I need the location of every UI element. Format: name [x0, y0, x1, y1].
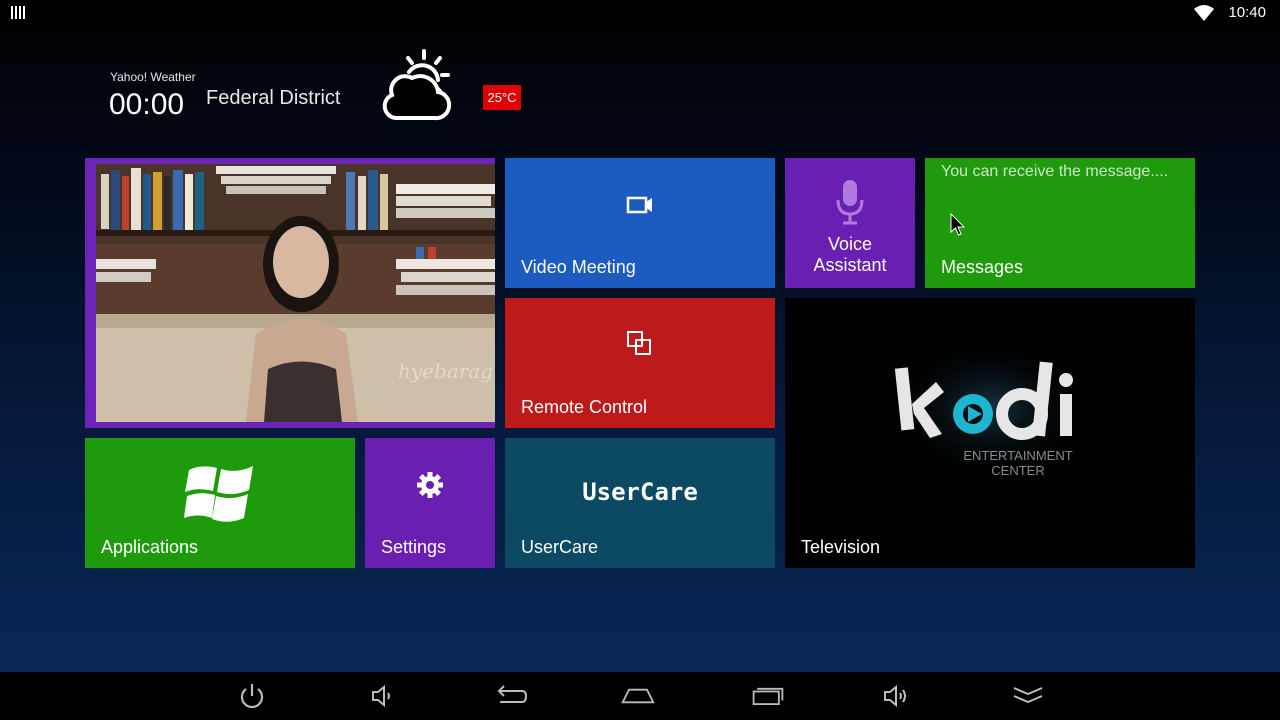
weather-source: Yahoo! Weather — [110, 70, 196, 84]
microphone-icon — [836, 180, 864, 225]
remote-windows-icon — [627, 331, 651, 355]
featured-photo: hyebarag — [96, 164, 495, 422]
applications-tile[interactable]: Applications — [85, 438, 355, 568]
usercare-logo: UserCare — [582, 478, 698, 506]
home-button[interactable] — [620, 680, 656, 712]
temperature-badge: 25°C — [483, 85, 521, 110]
home-icon — [621, 688, 655, 704]
volume-up-button[interactable] — [878, 680, 914, 712]
television-label: Television — [801, 537, 881, 557]
collapse-icon — [1013, 687, 1043, 704]
kodi-subtitle-line1: ENTERTAINMENT — [963, 448, 1073, 463]
remote-control-label: Remote Control — [521, 397, 648, 417]
back-icon — [497, 685, 528, 703]
video-meeting-tile[interactable]: Video Meeting — [505, 158, 775, 288]
photo-tile[interactable]: hyebarag — [85, 158, 495, 428]
volume-down-icon — [372, 684, 390, 708]
svg-text:hyebarag: hyebarag — [398, 359, 493, 383]
volume-down-button[interactable] — [364, 680, 400, 712]
usercare-label: UserCare — [521, 537, 599, 557]
partly-cloudy-icon — [382, 49, 452, 121]
voice-assistant-label-line2: Assistant — [813, 255, 887, 275]
voice-assistant-label: Voice Assistant — [785, 234, 915, 276]
messages-label: Messages — [941, 257, 1024, 277]
applications-label: Applications — [101, 537, 199, 557]
usercare-tile[interactable]: UserCare UserCare — [505, 438, 775, 568]
status-clock: 10:40 — [1228, 4, 1266, 21]
back-button[interactable] — [494, 680, 530, 712]
video-camera-icon — [626, 196, 652, 214]
voice-assistant-label-line1: Voice — [827, 234, 873, 254]
status-bar: 10:40 — [0, 0, 1280, 26]
gear-icon — [417, 472, 443, 498]
voice-assistant-tile[interactable]: Voice Assistant — [785, 158, 915, 288]
weather-time: 00:00 — [109, 88, 185, 121]
recent-apps-button[interactable] — [750, 680, 786, 712]
power-icon — [240, 684, 264, 709]
weather-location: Federal District — [206, 87, 341, 109]
notification-icon — [11, 6, 25, 20]
settings-label: Settings — [381, 537, 447, 557]
kodi-subtitle-line2: CENTER — [991, 463, 1045, 478]
collapse-button[interactable] — [1010, 680, 1046, 712]
kodi-subtitle: ENTERTAINMENT CENTER — [963, 448, 1073, 478]
windows-logo-icon — [184, 466, 253, 522]
power-button[interactable] — [234, 680, 270, 712]
video-meeting-label: Video Meeting — [521, 257, 636, 277]
navigation-bar — [0, 672, 1280, 720]
television-tile[interactable]: ENTERTAINMENT CENTER Television — [785, 298, 1195, 568]
wifi-icon — [1194, 5, 1214, 21]
settings-tile[interactable]: Settings — [365, 438, 495, 568]
volume-up-icon — [884, 684, 906, 708]
remote-control-tile[interactable]: Remote Control — [505, 298, 775, 428]
message-preview: You can receive the message.... — [941, 163, 1169, 180]
mouse-cursor-icon — [950, 213, 966, 236]
recent-apps-icon — [752, 687, 784, 705]
